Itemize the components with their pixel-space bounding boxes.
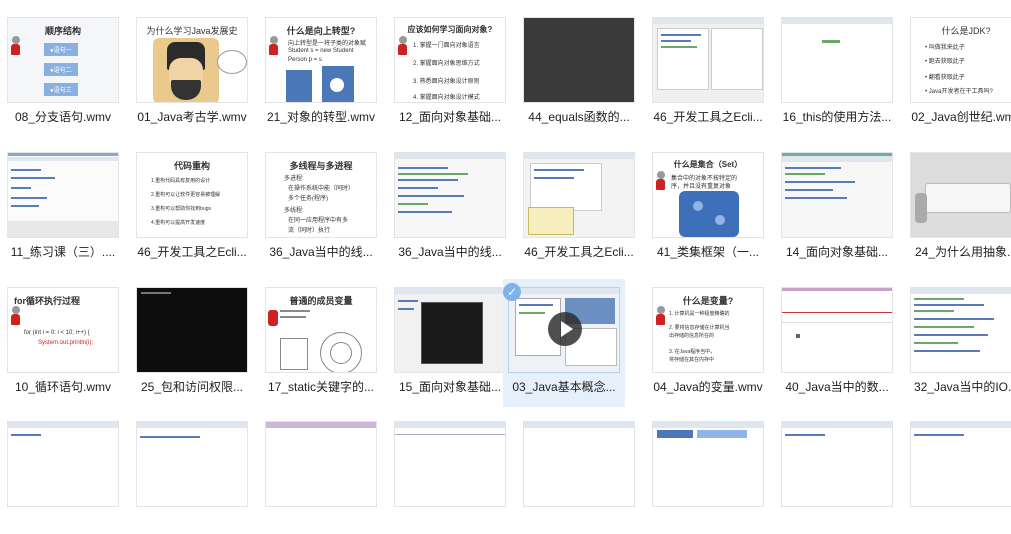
video-thumbnail[interactable] bbox=[781, 17, 893, 103]
file-name: 11_练习课（三）.... bbox=[10, 245, 116, 259]
video-thumbnail[interactable] bbox=[781, 287, 893, 373]
video-thumbnail[interactable]: 普通的成员变量 bbox=[265, 287, 377, 373]
video-tile[interactable]: for循环执行过程 for (int i = 0; i < 10; i++) {… bbox=[4, 272, 122, 400]
video-tile[interactable]: 16_this的使用方法... bbox=[778, 2, 896, 130]
video-tile[interactable]: 顺序结构 ●语句一 ●语句二 ●语句三 08_分支语句.wmv bbox=[4, 2, 122, 130]
video-thumbnail[interactable]: 什么是向上转型? 向上转型是一将子类的对象赋 Student s = new S… bbox=[265, 17, 377, 103]
video-tile[interactable]: 多线程与多进程 多进程: 在操作系统中能（同时） 多个任务(程序) 多线程: 在… bbox=[262, 137, 380, 265]
video-thumbnail[interactable] bbox=[508, 287, 620, 373]
video-thumbnail[interactable] bbox=[652, 421, 764, 507]
video-tile[interactable]: 36_Java当中的线... bbox=[391, 137, 509, 265]
video-thumbnail[interactable]: 多线程与多进程 多进程: 在操作系统中能（同时） 多个任务(程序) 多线程: 在… bbox=[265, 152, 377, 238]
video-thumbnail[interactable]: 应该如何学习面向对象? 1. 掌握一门面向对象语言 2. 掌握面向对象思维方式 … bbox=[394, 17, 506, 103]
video-thumbnail[interactable] bbox=[910, 152, 1011, 238]
video-thumbnail[interactable]: 什么是JDK? • 叫做我来此子 • 跑去获取此子 • 翻看获取此子 • Jav… bbox=[910, 17, 1011, 103]
video-thumbnail[interactable]: 什么是集合（Set） 集合中的对象不按特定的 序，并且没有重复对象 bbox=[652, 152, 764, 238]
file-name: 32_Java当中的IO... bbox=[913, 380, 1011, 394]
video-thumbnail[interactable]: 什么是变量? 1. 计算机是一种极度精确的 2. 要将信息存储在计算机当 出存储… bbox=[652, 287, 764, 373]
video-thumbnail[interactable] bbox=[136, 421, 248, 507]
file-name: 25_包和访问权限... bbox=[140, 380, 244, 394]
video-thumbnail[interactable]: for循环执行过程 for (int i = 0; i < 10; i++) {… bbox=[7, 287, 119, 373]
video-thumbnail[interactable] bbox=[910, 287, 1011, 373]
video-tile[interactable]: 为什么学习Java发展史 01_Java考古学.wmv bbox=[133, 2, 251, 130]
video-thumbnail[interactable] bbox=[7, 421, 119, 507]
file-name: 44_equals函数的... bbox=[528, 110, 630, 124]
video-thumbnail[interactable] bbox=[910, 421, 1011, 507]
video-tile[interactable]: 什么是向上转型? 向上转型是一将子类的对象赋 Student s = new S… bbox=[262, 2, 380, 130]
video-tile[interactable]: 11_练习课（三）.... bbox=[4, 137, 122, 265]
video-tile[interactable] bbox=[133, 406, 251, 534]
video-thumbnail[interactable] bbox=[523, 17, 635, 103]
file-name: 12_面向对象基础... bbox=[398, 110, 502, 124]
video-tile[interactable]: 46_开发工具之Ecli... bbox=[520, 137, 638, 265]
file-name: 15_面向对象基础... bbox=[398, 380, 502, 394]
video-tile[interactable]: 什么是变量? 1. 计算机是一种极度精确的 2. 要将信息存储在计算机当 出存储… bbox=[649, 272, 767, 400]
robot-icon bbox=[655, 306, 666, 326]
video-tile[interactable]: 什么是JDK? • 叫做我来此子 • 跑去获取此子 • 翻看获取此子 • Jav… bbox=[907, 2, 1011, 130]
file-name: 40_Java当中的数... bbox=[785, 380, 889, 394]
video-tile[interactable] bbox=[520, 406, 638, 534]
file-name: 14_面向对象基础... bbox=[785, 245, 889, 259]
video-thumbnail[interactable]: 代码重构 1.重构代码具有复用的设计 2.重构可以让软件更容易被理解 3.重构可… bbox=[136, 152, 248, 238]
robot-icon bbox=[10, 306, 21, 326]
file-name: 02_Java创世纪.wmv bbox=[911, 110, 1011, 124]
video-tile[interactable] bbox=[649, 406, 767, 534]
video-tile[interactable]: 24_为什么用抽象... bbox=[907, 137, 1011, 265]
video-tile[interactable]: 46_开发工具之Ecli... bbox=[649, 2, 767, 130]
robot-icon bbox=[655, 171, 666, 191]
file-name: 46_开发工具之Ecli... bbox=[653, 110, 763, 124]
video-thumbnail[interactable] bbox=[652, 17, 764, 103]
file-name: 46_开发工具之Ecli... bbox=[524, 245, 634, 259]
play-icon[interactable] bbox=[548, 312, 582, 346]
video-tile[interactable]: 什么是集合（Set） 集合中的对象不按特定的 序，并且没有重复对象 41_类集框… bbox=[649, 137, 767, 265]
file-name: 21_对象的转型.wmv bbox=[266, 110, 376, 124]
video-tile[interactable]: 普通的成员变量 17_static关键字的... bbox=[262, 272, 380, 400]
video-tile[interactable]: 44_equals函数的... bbox=[520, 2, 638, 130]
file-name: 46_开发工具之Ecli... bbox=[137, 245, 247, 259]
video-thumbnail[interactable]: 为什么学习Java发展史 bbox=[136, 17, 248, 103]
video-tile[interactable]: 32_Java当中的IO... bbox=[907, 272, 1011, 400]
file-name: 41_类集框架（一... bbox=[656, 245, 760, 259]
video-thumbnail[interactable]: 顺序结构 ●语句一 ●语句二 ●语句三 bbox=[7, 17, 119, 103]
video-thumbnail[interactable] bbox=[781, 152, 893, 238]
video-tile[interactable]: 25_包和访问权限... bbox=[133, 272, 251, 400]
file-grid: 顺序结构 ●语句一 ●语句二 ●语句三 08_分支语句.wmv 为什么学习Jav… bbox=[0, 0, 1011, 507]
robot-icon bbox=[268, 36, 279, 56]
video-tile[interactable]: 40_Java当中的数... bbox=[778, 272, 896, 400]
video-tile[interactable] bbox=[4, 406, 122, 534]
video-tile-selected[interactable]: ✓ 03_Java基本概念... bbox=[503, 279, 625, 407]
video-thumbnail[interactable] bbox=[781, 421, 893, 507]
video-thumbnail[interactable] bbox=[523, 421, 635, 507]
file-name: 36_Java当中的线... bbox=[269, 245, 373, 259]
file-name: 01_Java考古学.wmv bbox=[137, 110, 247, 124]
file-name: 03_Java基本概念... bbox=[512, 380, 616, 394]
video-tile[interactable] bbox=[391, 406, 509, 534]
video-thumbnail[interactable] bbox=[523, 152, 635, 238]
video-tile[interactable]: 代码重构 1.重构代码具有复用的设计 2.重构可以让软件更容易被理解 3.重构可… bbox=[133, 137, 251, 265]
file-name: 08_分支语句.wmv bbox=[14, 110, 112, 124]
video-thumbnail[interactable] bbox=[394, 152, 506, 238]
video-tile[interactable] bbox=[778, 406, 896, 534]
video-thumbnail[interactable] bbox=[265, 421, 377, 507]
file-name: 24_为什么用抽象... bbox=[914, 245, 1011, 259]
checkmark-icon[interactable]: ✓ bbox=[503, 283, 521, 301]
video-tile[interactable]: 14_面向对象基础... bbox=[778, 137, 896, 265]
file-name: 36_Java当中的线... bbox=[398, 245, 502, 259]
video-tile[interactable]: 15_面向对象基础... bbox=[391, 272, 509, 400]
video-thumbnail[interactable] bbox=[136, 287, 248, 373]
video-tile[interactable]: 应该如何学习面向对象? 1. 掌握一门面向对象语言 2. 掌握面向对象思维方式 … bbox=[391, 2, 509, 130]
video-thumbnail[interactable] bbox=[394, 287, 506, 373]
file-name: 04_Java的变量.wmv bbox=[653, 380, 763, 394]
video-thumbnail[interactable] bbox=[394, 421, 506, 507]
video-thumbnail[interactable] bbox=[7, 152, 119, 238]
file-name: 16_this的使用方法... bbox=[782, 110, 892, 124]
file-name: 17_static关键字的... bbox=[267, 380, 375, 394]
file-name: 10_循环语句.wmv bbox=[14, 380, 112, 394]
robot-icon bbox=[397, 36, 408, 56]
video-tile[interactable] bbox=[262, 406, 380, 534]
robot-icon bbox=[10, 36, 21, 56]
video-tile[interactable] bbox=[907, 406, 1011, 534]
